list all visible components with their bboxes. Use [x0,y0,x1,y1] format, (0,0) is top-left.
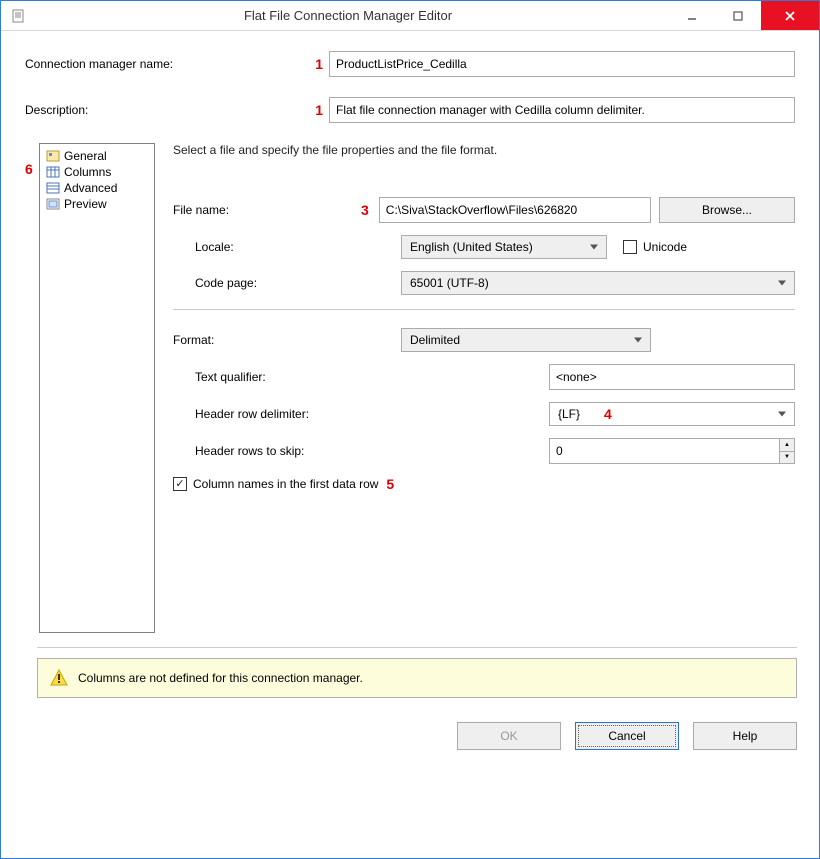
nav-item-label: Preview [64,197,107,211]
col-names-label: Column names in the first data row [193,477,378,491]
file-name-input[interactable] [379,197,651,223]
dialog-buttons: OK Cancel Help [1,698,819,770]
header-skip-input[interactable] [549,438,779,464]
cancel-button[interactable]: Cancel [575,722,679,750]
format-label: Format: [173,333,214,347]
nav-tree[interactable]: General Columns Advanced Preview [39,143,155,633]
unicode-checkbox-box [623,240,637,254]
conn-name-label: Connection manager name: [25,57,335,71]
nav-item-label: Advanced [64,181,117,195]
close-button[interactable] [761,1,819,30]
header-skip-spinner[interactable]: ▲ ▼ [549,438,795,464]
general-icon [46,150,60,162]
window-title: Flat File Connection Manager Editor [27,8,669,23]
help-button[interactable]: Help [693,722,797,750]
code-page-label: Code page: [195,276,257,290]
nav-item-preview[interactable]: Preview [40,196,154,212]
maximize-button[interactable] [715,1,761,30]
header-delim-label: Header row delimiter: [195,407,309,421]
col-names-checkbox[interactable]: Column names in the first data row [173,477,378,491]
locale-value: English (United States) [410,240,533,254]
nav-item-advanced[interactable]: Advanced [40,180,154,196]
advanced-icon [46,182,60,194]
nav-item-columns[interactable]: Columns [40,164,154,180]
format-value: Delimited [410,333,460,347]
spin-up-button[interactable]: ▲ [779,438,795,451]
header-skip-label: Header rows to skip: [195,444,304,458]
file-name-label: File name: [173,203,229,217]
text-qualifier-input[interactable] [549,364,795,390]
separator [173,309,795,310]
annotation-1b: 1 [309,102,329,118]
header-delim-value: {LF} [558,407,580,421]
warning-icon [50,669,68,687]
locale-select[interactable]: English (United States) [401,235,607,259]
app-icon [11,8,27,24]
format-select[interactable]: Delimited [401,328,651,352]
warning-bar: Columns are not defined for this connect… [37,658,797,698]
browse-button[interactable]: Browse... [659,197,795,223]
text-qualifier-label: Text qualifier: [195,370,266,384]
annotation-5: 5 [378,476,402,492]
conn-name-input[interactable] [329,51,795,77]
code-page-value: 65001 (UTF-8) [410,276,489,290]
header-delim-select[interactable]: {LF} 4 [549,402,795,426]
annotation-6: 6 [25,143,39,633]
unicode-label: Unicode [643,240,687,254]
unicode-checkbox[interactable]: Unicode [623,240,687,254]
nav-item-label: Columns [64,165,111,179]
code-page-select[interactable]: 65001 (UTF-8) [401,271,795,295]
description-label: Description: [25,103,335,117]
nav-item-general[interactable]: General [40,148,154,164]
locale-label: Locale: [195,240,234,254]
columns-icon [46,166,60,178]
ok-button[interactable]: OK [457,722,561,750]
annotation-1a: 1 [309,56,329,72]
footer-separator [37,647,797,648]
page-instruction: Select a file and specify the file prope… [173,143,795,157]
titlebar: Flat File Connection Manager Editor [1,1,819,31]
warning-text: Columns are not defined for this connect… [78,671,363,685]
annotation-3: 3 [353,202,377,218]
minimize-button[interactable] [669,1,715,30]
nav-item-label: General [64,149,107,163]
col-names-checkbox-box [173,477,187,491]
annotation-4: 4 [596,406,620,422]
description-input[interactable] [329,97,795,123]
preview-icon [46,198,60,210]
spin-down-button[interactable]: ▼ [779,451,795,465]
